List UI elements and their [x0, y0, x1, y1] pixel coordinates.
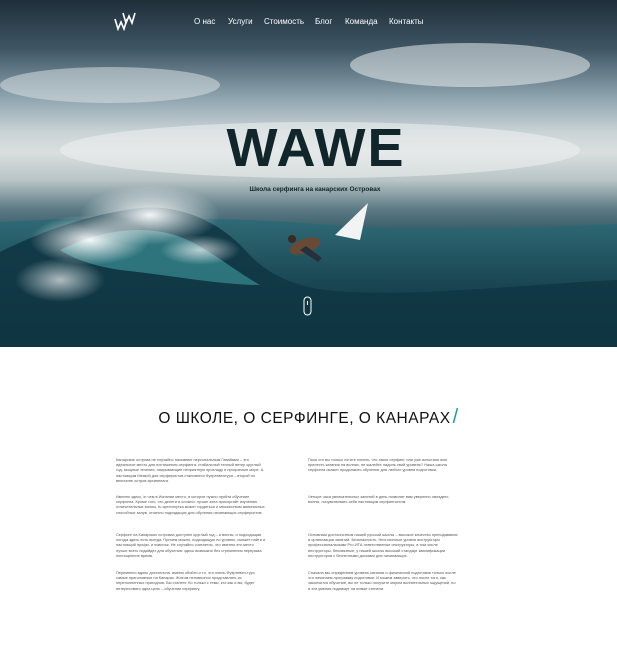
- about-right-column: Основным достоинством нашей русской школ…: [308, 532, 458, 558]
- about-paragraph: Канарские острова не случайно называют п…: [116, 457, 264, 483]
- about-right-column: Сначала мы определяем уровень катания и …: [308, 570, 458, 591]
- about-paragraph: Переменно вдоль достаточна. имеем обойти…: [116, 570, 255, 591]
- about-left-column: Именно здесь, in чем в Испании место, в …: [116, 494, 266, 515]
- scroll-down-icon[interactable]: [303, 296, 312, 316]
- about-left-column: Серфинг на Канарских островах доступен к…: [116, 532, 266, 558]
- title-slash-accent: /: [452, 406, 459, 428]
- about-paragraph: Четыре часа увлекательных занятий в день…: [308, 494, 449, 505]
- nav-item-team[interactable]: Команда: [345, 17, 378, 26]
- hero-subtitle: Школа серфинга на канарских Островах: [249, 186, 381, 193]
- nav-item-about[interactable]: О нас: [194, 17, 215, 26]
- nav-item-blog[interactable]: Блог: [315, 17, 332, 26]
- nav-item-pricing[interactable]: Стоимость: [264, 17, 304, 26]
- about-left-column: Переменно вдоль достаточна. имеем обойти…: [116, 570, 266, 591]
- wawe-logo[interactable]: [114, 11, 136, 31]
- about-paragraph: Основным достоинством нашей русской школ…: [308, 532, 458, 558]
- about-paragraph: Сначала мы определяем уровень катания и …: [308, 570, 456, 591]
- about-paragraph: Именно здесь, in чем в Испании место, в …: [116, 494, 265, 515]
- about-paragraph: Пока что вы только хотите понять, что та…: [308, 457, 448, 473]
- about-paragraph: Серфинг на Канарских островах доступен к…: [116, 532, 266, 558]
- about-right-column: Четыре часа увлекательных занятий в день…: [308, 494, 458, 504]
- hero-title: WAWE: [226, 118, 406, 178]
- about-title-text: О ШКОЛЕ, О СЕРФИНГЕ, О КАНАРАХ: [158, 410, 451, 427]
- nav-item-contacts[interactable]: Контакты: [389, 17, 424, 26]
- about-section-title: О ШКОЛЕ, О СЕРФИНГЕ, О КАНАРАХ /: [0, 406, 617, 429]
- hero-section: О нас Услуги Стоимость Блог Команда Конт…: [0, 0, 617, 347]
- nav-item-services[interactable]: Услуги: [228, 17, 253, 26]
- about-left-column: Канарские острова не случайно называют п…: [116, 457, 266, 483]
- about-right-column: Пока что вы только хотите понять, что та…: [308, 457, 458, 473]
